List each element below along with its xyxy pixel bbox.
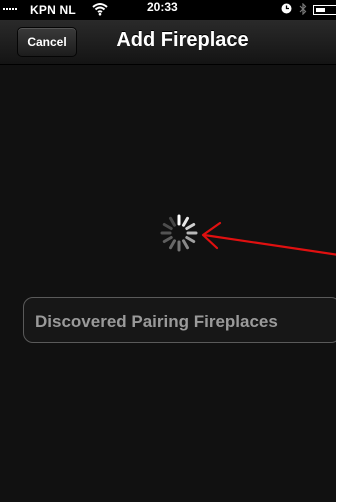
discovered-fireplaces-section: Discovered Pairing Fireplaces (23, 297, 339, 343)
page-title: Add Fireplace (116, 29, 249, 51)
app-screen: KPN NL 20:33 Cancel Add Fireplace Discov… (0, 0, 339, 502)
alarm-icon (281, 3, 292, 17)
navigation-bar: Cancel Add Fireplace (0, 20, 339, 65)
wifi-icon (92, 2, 108, 19)
carrier-name: KPN NL (30, 3, 76, 17)
signal-icon (3, 8, 17, 10)
status-time: 20:33 (147, 0, 178, 14)
cancel-button[interactable]: Cancel (17, 27, 77, 57)
spinner-icon (160, 214, 198, 252)
status-bar: KPN NL 20:33 (0, 0, 339, 20)
section-label: Discovered Pairing Fireplaces (35, 312, 278, 331)
red-arrow (201, 221, 339, 257)
bluetooth-icon (299, 2, 307, 18)
